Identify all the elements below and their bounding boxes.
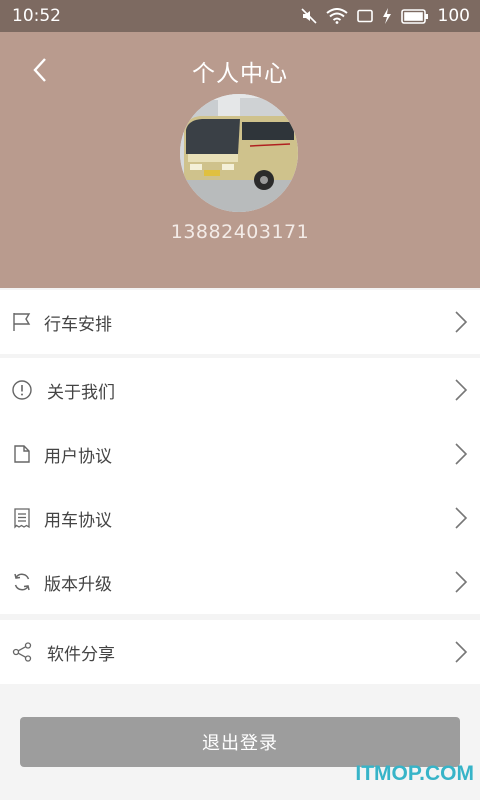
- chevron-right-icon: [455, 379, 468, 401]
- menu-item-label: 用户协议: [44, 446, 112, 467]
- menu-group-2: 关于我们 用户协议 用车协议 版本升级: [0, 358, 480, 614]
- menu-item-label: 版本升级: [44, 574, 112, 595]
- menu-item-driving-schedule[interactable]: 行车安排: [0, 290, 480, 354]
- menu-item-label: 软件分享: [47, 644, 115, 665]
- share-icon: [12, 642, 32, 662]
- menu-item-user-agreement[interactable]: 用户协议: [0, 422, 480, 486]
- status-time: 10:52: [12, 6, 61, 26]
- avatar[interactable]: [180, 94, 298, 212]
- wifi-icon: [325, 8, 348, 24]
- refresh-icon: [14, 573, 30, 591]
- menu-item-label: 行车安排: [44, 314, 112, 335]
- bus-photo: [180, 94, 298, 212]
- menu-group-1: 行车安排: [0, 290, 480, 354]
- chevron-right-icon: [455, 443, 468, 465]
- status-icons: 100: [300, 6, 470, 26]
- chevron-right-icon: [455, 311, 468, 333]
- flag-icon: [13, 313, 31, 331]
- chevron-right-icon: [455, 641, 468, 663]
- mute-icon: [300, 8, 317, 24]
- watermark: ITMOP.COM: [355, 762, 474, 785]
- logout-button[interactable]: 退出登录: [20, 717, 460, 767]
- menu-group-3: 软件分享: [0, 620, 480, 684]
- menu-item-label: 用车协议: [44, 510, 112, 531]
- document-icon: [14, 445, 30, 463]
- menu-item-share-app[interactable]: 软件分享: [0, 620, 480, 684]
- info-icon: [12, 380, 32, 400]
- battery-level: 100: [437, 6, 470, 26]
- menu-item-version-upgrade[interactable]: 版本升级: [0, 550, 480, 614]
- profile-header: 个人中心 13882403171: [0, 32, 480, 288]
- menu-item-about-us[interactable]: 关于我们: [0, 358, 480, 422]
- page-title: 个人中心: [192, 61, 288, 87]
- sim-icon: [356, 9, 373, 23]
- receipt-icon: [14, 508, 30, 529]
- status-bar: 10:52 100: [0, 0, 480, 32]
- charging-icon: [382, 8, 391, 24]
- menu-item-label: 关于我们: [47, 382, 115, 403]
- chevron-right-icon: [455, 507, 468, 529]
- chevron-right-icon: [455, 571, 468, 593]
- phone-number: 13882403171: [170, 221, 310, 243]
- menu-item-vehicle-agreement[interactable]: 用车协议: [0, 486, 480, 550]
- battery-icon: [400, 8, 428, 24]
